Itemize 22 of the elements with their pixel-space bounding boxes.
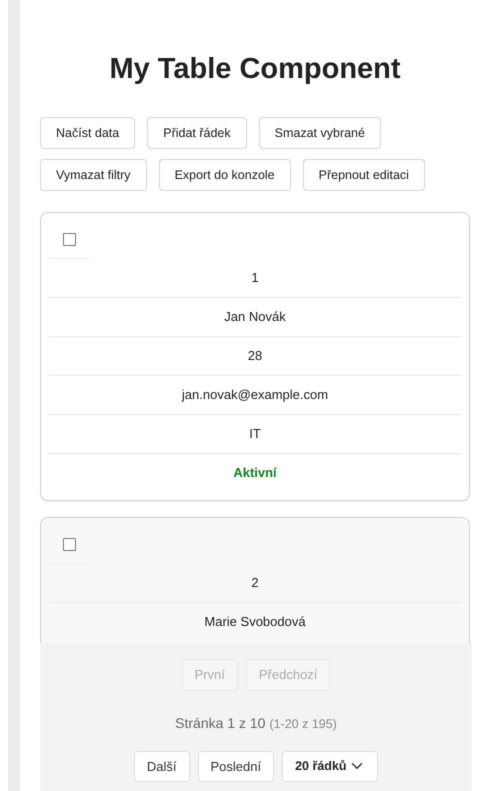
- table-cell: 28: [49, 337, 461, 376]
- toolbar-button[interactable]: Přepnout editaci: [302, 159, 425, 191]
- table-cell: 2: [49, 564, 461, 603]
- table-cell: Jan Novák: [49, 298, 461, 337]
- table-cell-text: Marie Svobodová: [203, 613, 307, 631]
- page-info: Stránka 1 z 10: [175, 714, 266, 730]
- toolbar-button[interactable]: Export do konzole: [158, 159, 291, 191]
- page-title: My Table Component: [108, 52, 402, 87]
- page-size-select[interactable]: 20 řádků: [282, 750, 378, 782]
- table-cell: 1: [49, 259, 461, 298]
- status-cell-text: Aktivní: [232, 464, 278, 482]
- range-info: (1-20 z 195): [269, 716, 337, 730]
- toolbar-button[interactable]: Vymazat filtry: [40, 159, 147, 191]
- row-checkbox[interactable]: [62, 233, 76, 246]
- pagination-button[interactable]: Další: [134, 750, 190, 782]
- table-cell: jan.novak@example.com: [49, 376, 461, 415]
- toolbar-button[interactable]: Přidat řádek: [147, 117, 247, 149]
- toolbar-button[interactable]: Smazat vybrané: [258, 117, 381, 149]
- table-cell: IT: [49, 415, 461, 454]
- row-checkbox[interactable]: [62, 538, 76, 551]
- toolbar-button[interactable]: Načíst data: [40, 117, 136, 149]
- pagination-button[interactable]: Poslední: [198, 750, 274, 782]
